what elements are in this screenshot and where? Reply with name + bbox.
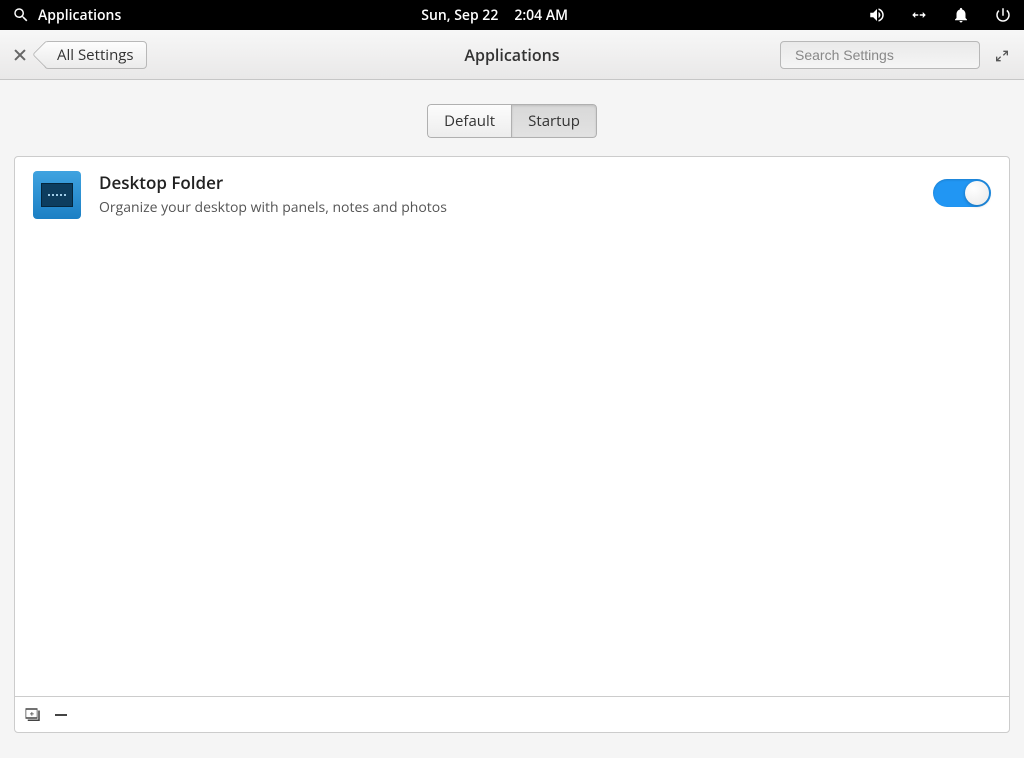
- main-content: Default Startup Desktop Folder Organize …: [0, 80, 1024, 733]
- panel-right: [868, 6, 1012, 24]
- startup-apps-panel: Desktop Folder Organize your desktop wit…: [14, 156, 1010, 733]
- app-description: Organize your desktop with panels, notes…: [99, 198, 915, 217]
- power-icon[interactable]: [994, 6, 1012, 24]
- tab-default[interactable]: Default: [427, 104, 511, 138]
- app-title: Desktop Folder: [99, 171, 915, 194]
- page-title: Applications: [464, 44, 559, 66]
- volume-icon[interactable]: [868, 6, 886, 24]
- tab-startup[interactable]: Startup: [511, 104, 597, 138]
- tab-container: Default Startup: [0, 80, 1024, 156]
- applications-menu-label[interactable]: Applications: [38, 6, 121, 25]
- system-panel: Applications Sun, Sep 22 2:04 AM: [0, 0, 1024, 30]
- app-text: Desktop Folder Organize your desktop wit…: [99, 171, 915, 217]
- tab-group: Default Startup: [427, 104, 597, 138]
- add-startup-app-button[interactable]: [23, 705, 43, 725]
- search-icon[interactable]: [12, 6, 30, 24]
- minus-icon: [55, 714, 67, 716]
- date-label: Sun, Sep 22: [421, 6, 498, 25]
- header-right: [780, 41, 1010, 69]
- notifications-icon[interactable]: [952, 6, 970, 24]
- back-button-label: All Settings: [57, 45, 134, 65]
- app-enabled-toggle[interactable]: [933, 179, 991, 207]
- desktop-folder-icon: [33, 171, 81, 219]
- network-icon[interactable]: [910, 6, 928, 24]
- settings-header: All Settings Applications: [0, 30, 1024, 80]
- panel-center[interactable]: Sun, Sep 22 2:04 AM: [121, 6, 868, 25]
- search-input[interactable]: [795, 47, 976, 63]
- maximize-button[interactable]: [994, 47, 1010, 63]
- app-list-footer: [15, 696, 1009, 732]
- close-button[interactable]: [14, 49, 26, 61]
- search-settings-box[interactable]: [780, 41, 980, 69]
- app-row: Desktop Folder Organize your desktop wit…: [15, 157, 1009, 233]
- remove-startup-app-button[interactable]: [51, 705, 71, 725]
- header-left: All Settings: [14, 41, 147, 69]
- all-settings-back-button[interactable]: All Settings: [44, 41, 147, 69]
- panel-left[interactable]: Applications: [12, 6, 121, 25]
- time-label: 2:04 AM: [514, 6, 568, 25]
